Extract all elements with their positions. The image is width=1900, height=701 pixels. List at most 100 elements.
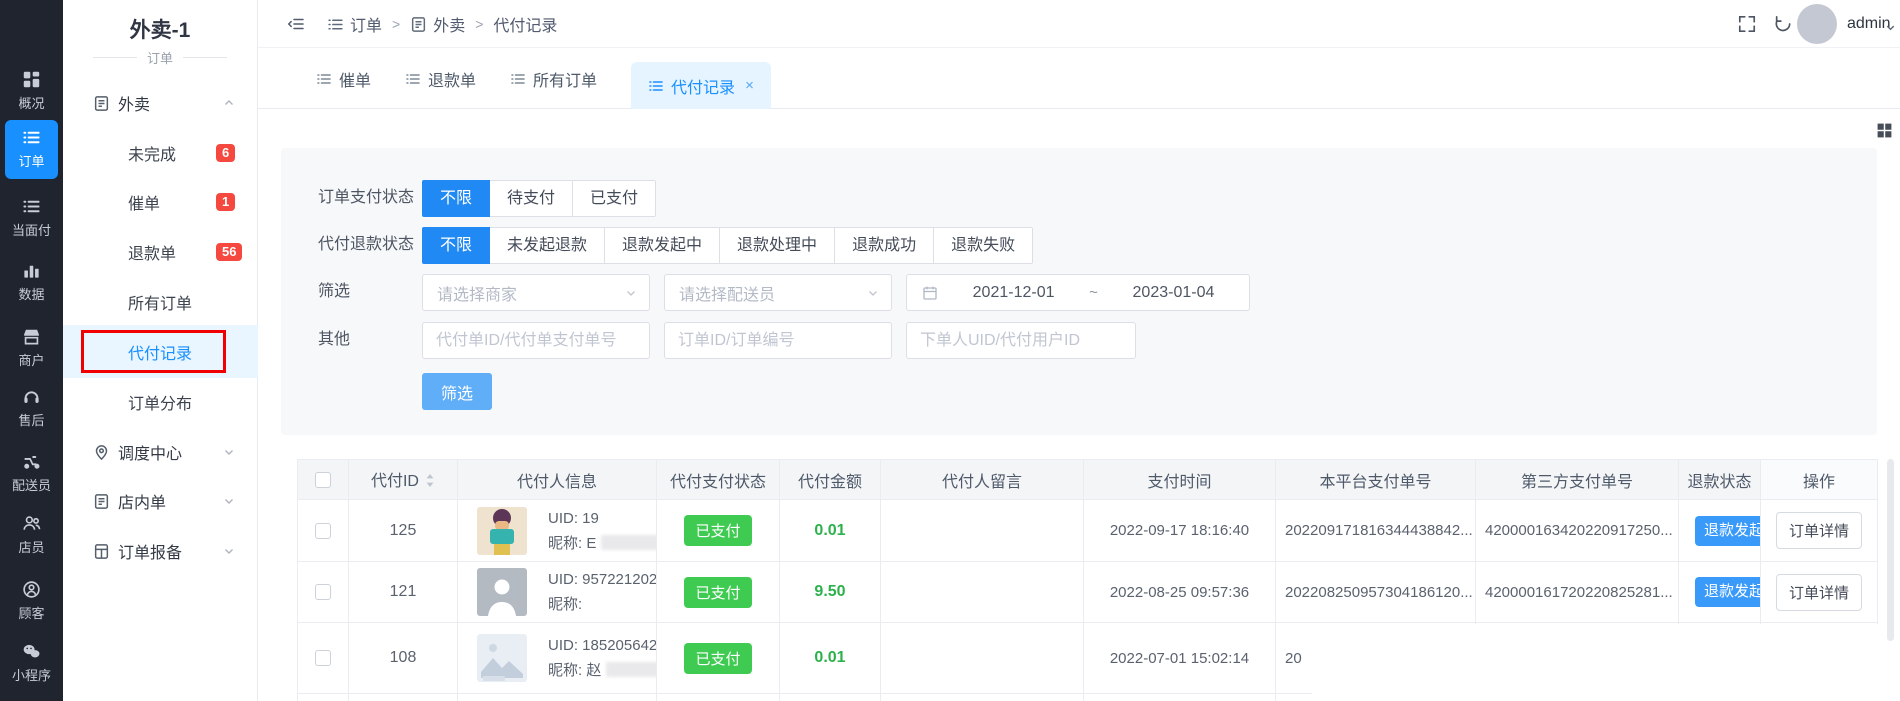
col-amount: 代付金额 xyxy=(779,459,881,500)
white-overlay xyxy=(1312,624,1878,701)
sidebar-item-refund-orders[interactable]: 退款单 56 xyxy=(63,236,258,268)
sidebar: 外卖-1 订单 外卖 未完成 6 催单 1 退款单 56 所有订单 代付记录 订… xyxy=(63,0,258,701)
payer-uid: UID: 19 xyxy=(548,509,599,527)
payer-nick: 昵称: 赵 xyxy=(548,662,602,679)
sidebar-item-unfinished[interactable]: 未完成 6 xyxy=(63,137,258,169)
refund-option-success[interactable]: 退款成功 xyxy=(835,227,935,264)
payer-nick: 昵称: xyxy=(548,596,583,613)
select-all-checkbox[interactable] xyxy=(315,471,331,488)
refund-option-initiating[interactable]: 退款发起中 xyxy=(605,227,721,264)
sidebar-group-takeout[interactable]: 外卖 xyxy=(63,87,258,119)
paylog-id: 108 xyxy=(348,622,458,694)
paid-badge: 已支付 xyxy=(684,642,752,674)
refund-option-failed[interactable]: 退款失败 xyxy=(934,227,1034,264)
payer-image-placeholder[interactable] xyxy=(477,634,527,682)
table-header-row: 代付ID 代付人信息 代付支付状态 代付金额 代付人留言 支付时间 本平台支付单… xyxy=(297,459,1878,500)
pay-status-option-all[interactable]: 不限 xyxy=(422,180,491,217)
customer-icon xyxy=(23,581,40,598)
paylog-id-input[interactable] xyxy=(422,322,650,359)
sidebar-group-dispatch-center[interactable]: 调度中心 xyxy=(63,436,258,468)
breadcrumb-orders[interactable]: 订单 xyxy=(350,12,382,36)
merchant-select[interactable]: 请选择商家 xyxy=(422,274,650,311)
tab-refund-orders[interactable]: 退款单 xyxy=(405,48,476,109)
rail-item-customers[interactable]: 顾客 xyxy=(0,580,63,622)
rail-item-data[interactable]: 数据 xyxy=(0,261,63,303)
sidebar-item-paylog-active[interactable]: 代付记录 xyxy=(63,325,258,378)
sidebar-item-all-orders[interactable]: 所有订单 xyxy=(63,286,258,318)
chevron-down-icon xyxy=(223,495,235,507)
close-tab-icon[interactable]: × xyxy=(745,77,754,94)
dashboard-icon xyxy=(23,71,40,88)
tab-urge-orders[interactable]: 催单 xyxy=(316,48,371,109)
filter-submit-button[interactable]: 筛选 xyxy=(422,373,492,410)
platform-order-no: 202209171816344438842... xyxy=(1275,499,1476,562)
order-detail-button[interactable]: 订单详情 xyxy=(1775,573,1862,611)
main-area: 订单 > 外卖 > 代付记录 admin 催单 退款单 所有订单 代付记录 × … xyxy=(258,0,1900,701)
rail-item-mini-program[interactable]: 小程序 xyxy=(0,642,63,684)
tab-paylog-active[interactable]: 代付记录 × xyxy=(631,62,771,109)
courier-icon xyxy=(24,456,40,469)
rail-item-couriers[interactable]: 配送员 xyxy=(0,452,63,494)
payer-uid: UID: 957221202 xyxy=(548,571,657,588)
tab-grid-menu-icon[interactable] xyxy=(1876,122,1893,139)
document-icon xyxy=(93,493,110,510)
date-end[interactable]: 2023-01-04 xyxy=(1098,284,1249,302)
pay-status-option-unpaid[interactable]: 待支付 xyxy=(490,180,574,217)
fullscreen-icon[interactable] xyxy=(1737,14,1757,34)
sidebar-group-order-report[interactable]: 订单报备 xyxy=(63,535,258,567)
rail-item-face-pay[interactable]: 当面付 xyxy=(0,197,63,239)
row-checkbox[interactable] xyxy=(315,584,331,600)
paylog-id: 125 xyxy=(348,499,458,562)
red-annotation-box: 代付记录 xyxy=(81,330,226,373)
user-avatar[interactable] xyxy=(1797,4,1837,44)
paid-badge: 已支付 xyxy=(684,515,752,546)
rail-item-aftersale[interactable]: 售后 xyxy=(0,387,63,429)
col-platform-no: 本平台支付单号 xyxy=(1275,459,1476,500)
amount: 9.50 xyxy=(814,583,846,600)
row-checkbox[interactable] xyxy=(315,522,331,539)
payer-uid: UID: 1852056428 xyxy=(548,637,657,654)
count-badge: 56 xyxy=(216,243,243,261)
payer-avatar-placeholder[interactable] xyxy=(477,568,527,616)
paid-badge: 已支付 xyxy=(684,576,752,608)
document-icon xyxy=(410,16,427,33)
collapse-sidebar-icon[interactable] xyxy=(287,15,305,33)
rail-item-orders[interactable]: 订单 xyxy=(5,120,58,179)
order-id-input[interactable] xyxy=(664,322,892,359)
count-badge: 1 xyxy=(216,193,236,211)
pay-time: 2022-07-01 15:02:14 xyxy=(1083,622,1276,694)
sort-icon[interactable] xyxy=(425,473,435,493)
rail-item-merchants[interactable]: 商户 xyxy=(0,327,63,369)
section-label: 订单 xyxy=(146,51,173,66)
sidebar-item-order-distribution[interactable]: 订单分布 xyxy=(63,386,258,418)
aftersale-headset-icon xyxy=(24,391,39,403)
calendar-icon xyxy=(922,285,938,301)
row-checkbox[interactable] xyxy=(315,650,331,666)
payer-avatar[interactable] xyxy=(477,506,527,555)
courier-select[interactable]: 请选择配送员 xyxy=(664,274,892,311)
breadcrumb-takeout[interactable]: 外卖 xyxy=(433,12,465,36)
refund-option-all[interactable]: 不限 xyxy=(422,227,491,264)
refund-option-processing[interactable]: 退款处理中 xyxy=(720,227,836,264)
date-range-picker[interactable]: 2021-12-01 ~ 2023-01-04 xyxy=(906,274,1250,311)
refund-option-not-initiated[interactable]: 未发起退款 xyxy=(490,227,606,264)
refresh-icon[interactable] xyxy=(1773,14,1793,34)
location-pin-icon xyxy=(93,444,110,461)
list-icon xyxy=(510,71,526,87)
pay-time: 2022-09-17 18:16:40 xyxy=(1083,499,1276,562)
vertical-scrollbar[interactable] xyxy=(1887,459,1894,641)
date-start[interactable]: 2021-12-01 xyxy=(938,284,1089,302)
tab-all-orders[interactable]: 所有订单 xyxy=(510,48,597,109)
order-detail-button[interactable]: 订单详情 xyxy=(1775,512,1862,549)
sidebar-group-instore-orders[interactable]: 店内单 xyxy=(63,485,258,517)
pay-status-option-paid[interactable]: 已支付 xyxy=(573,180,657,217)
redacted-nickname xyxy=(600,534,656,550)
count-badge: 6 xyxy=(216,144,236,162)
sidebar-item-urge-orders[interactable]: 催单 1 xyxy=(63,186,258,218)
rail-item-staff[interactable]: 店员 xyxy=(0,514,63,556)
uid-input[interactable] xyxy=(906,322,1136,359)
payer-message xyxy=(880,499,1084,562)
col-id[interactable]: 代付ID xyxy=(348,459,458,500)
breadcrumb-paylog: 代付记录 xyxy=(493,18,558,35)
rail-item-overview[interactable]: 概况 xyxy=(0,70,63,112)
